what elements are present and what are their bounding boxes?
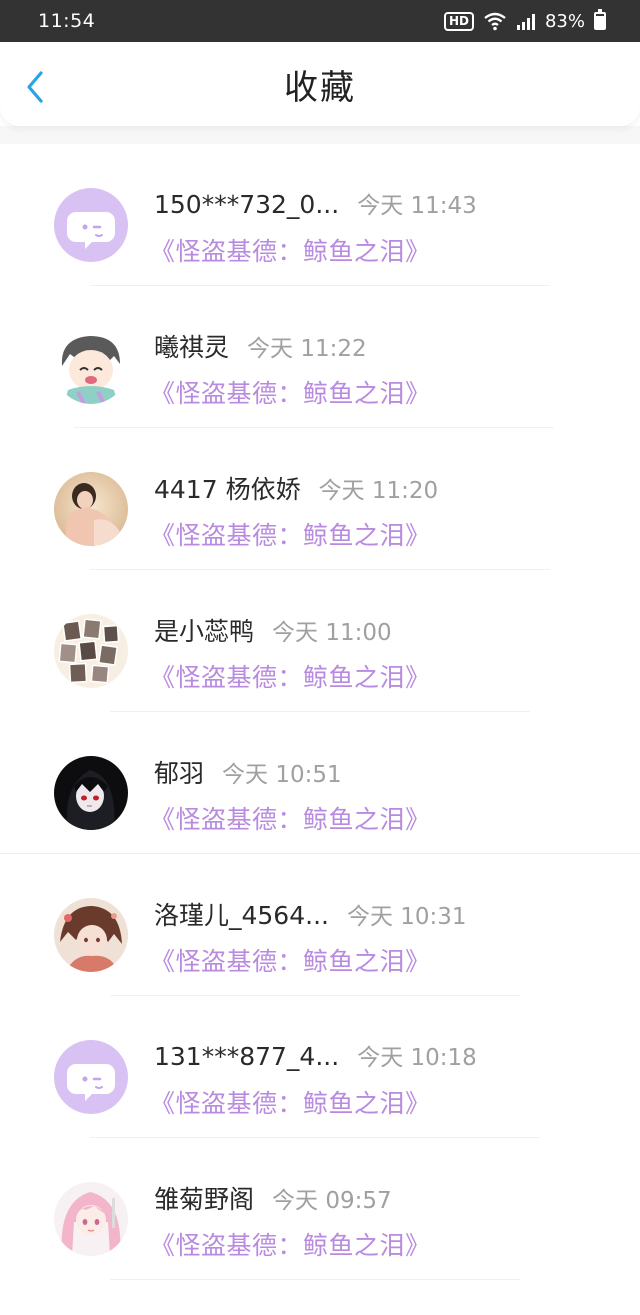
chevron-left-icon xyxy=(27,71,43,103)
avatar[interactable] xyxy=(54,1182,128,1256)
book-title-link[interactable]: 《怪盗基德：鲸鱼之泪》 xyxy=(150,800,431,836)
user-name: 郁羽 xyxy=(154,759,205,788)
default-avatar-icon xyxy=(54,188,128,262)
anime-dark-avatar-icon xyxy=(54,756,128,830)
divider xyxy=(110,1279,520,1280)
list-item[interactable]: 雏菊野阁 今天 09:57 《怪盗基德：鲸鱼之泪》 xyxy=(0,1138,640,1280)
list-item[interactable]: 洛瑾儿_4564... 今天 10:31 《怪盗基德：鲸鱼之泪》 xyxy=(0,854,640,996)
avatar[interactable] xyxy=(54,472,128,546)
avatar[interactable] xyxy=(54,188,128,262)
battery-percent: 83% xyxy=(544,10,585,32)
user-name: 洛瑾儿_4564... xyxy=(154,901,329,930)
book-title-link[interactable]: 《怪盗基德：鲸鱼之泪》 xyxy=(150,232,431,268)
user-name: 4417 杨依娇 xyxy=(154,475,301,504)
timestamp: 今天 10:18 xyxy=(357,1045,477,1071)
avatar[interactable] xyxy=(54,330,128,404)
status-time: 11:54 xyxy=(38,10,96,32)
list-item[interactable]: 郁羽 今天 10:51 《怪盗基德：鲸鱼之泪》 xyxy=(0,712,640,854)
anime-pink-avatar-icon xyxy=(54,1182,128,1256)
default-avatar-icon xyxy=(54,1040,128,1114)
user-name: 是小蕊鸭 xyxy=(154,617,255,646)
wifi-icon xyxy=(484,12,506,31)
status-bar: 11:54 HD 83% xyxy=(0,0,640,42)
collage-avatar-icon xyxy=(54,614,128,688)
list-item[interactable]: 是小蕊鸭 今天 11:00 《怪盗基德：鲸鱼之泪》 xyxy=(0,570,640,712)
list-item[interactable]: 4417 杨依娇 今天 11:20 《怪盗基德：鲸鱼之泪》 xyxy=(0,428,640,570)
book-title-link[interactable]: 《怪盗基德：鲸鱼之泪》 xyxy=(150,942,431,978)
user-name: 131***877_4... xyxy=(154,1042,340,1071)
header: 收藏 xyxy=(0,42,640,126)
timestamp: 今天 11:43 xyxy=(357,193,477,219)
user-name: 曦祺灵 xyxy=(154,333,230,362)
timestamp: 今天 09:57 xyxy=(272,1188,392,1214)
book-title-link[interactable]: 《怪盗基德：鲸鱼之泪》 xyxy=(150,658,431,694)
signal-icon xyxy=(516,14,535,30)
book-title-link[interactable]: 《怪盗基德：鲸鱼之泪》 xyxy=(150,1226,431,1262)
photo-avatar-icon xyxy=(54,472,128,546)
user-name: 150***732_0... xyxy=(154,190,340,219)
hd-icon: HD xyxy=(443,11,474,31)
avatar[interactable] xyxy=(54,898,128,972)
favorites-list: 150***732_0... 今天 11:43 《怪盗基德：鲸鱼之泪》 曦祺灵 … xyxy=(0,144,640,1280)
book-title-link[interactable]: 《怪盗基德：鲸鱼之泪》 xyxy=(150,374,431,410)
battery-icon xyxy=(594,9,606,30)
timestamp: 今天 11:22 xyxy=(247,336,367,362)
back-button[interactable] xyxy=(24,69,48,105)
list-item[interactable]: 131***877_4... 今天 10:18 《怪盗基德：鲸鱼之泪》 xyxy=(0,996,640,1138)
status-icons: HD 83% xyxy=(443,9,606,32)
avatar[interactable] xyxy=(54,756,128,830)
user-name: 雏菊野阁 xyxy=(154,1185,255,1214)
header-separator xyxy=(0,126,640,144)
anime-warm-avatar-icon xyxy=(54,898,128,972)
book-title-link[interactable]: 《怪盗基德：鲸鱼之泪》 xyxy=(150,1084,431,1120)
list-item[interactable]: 150***732_0... 今天 11:43 《怪盗基德：鲸鱼之泪》 xyxy=(0,144,640,286)
timestamp: 今天 11:00 xyxy=(272,620,392,646)
timestamp: 今天 10:31 xyxy=(346,904,467,930)
book-title-link[interactable]: 《怪盗基德：鲸鱼之泪》 xyxy=(150,516,431,552)
avatar[interactable] xyxy=(54,1040,128,1114)
avatar[interactable] xyxy=(54,614,128,688)
timestamp: 今天 11:20 xyxy=(318,478,439,504)
cartoon-boy-avatar-icon xyxy=(54,330,128,404)
timestamp: 今天 10:51 xyxy=(222,762,342,788)
list-item[interactable]: 曦祺灵 今天 11:22 《怪盗基德：鲸鱼之泪》 xyxy=(0,286,640,428)
page-title: 收藏 xyxy=(284,67,356,108)
